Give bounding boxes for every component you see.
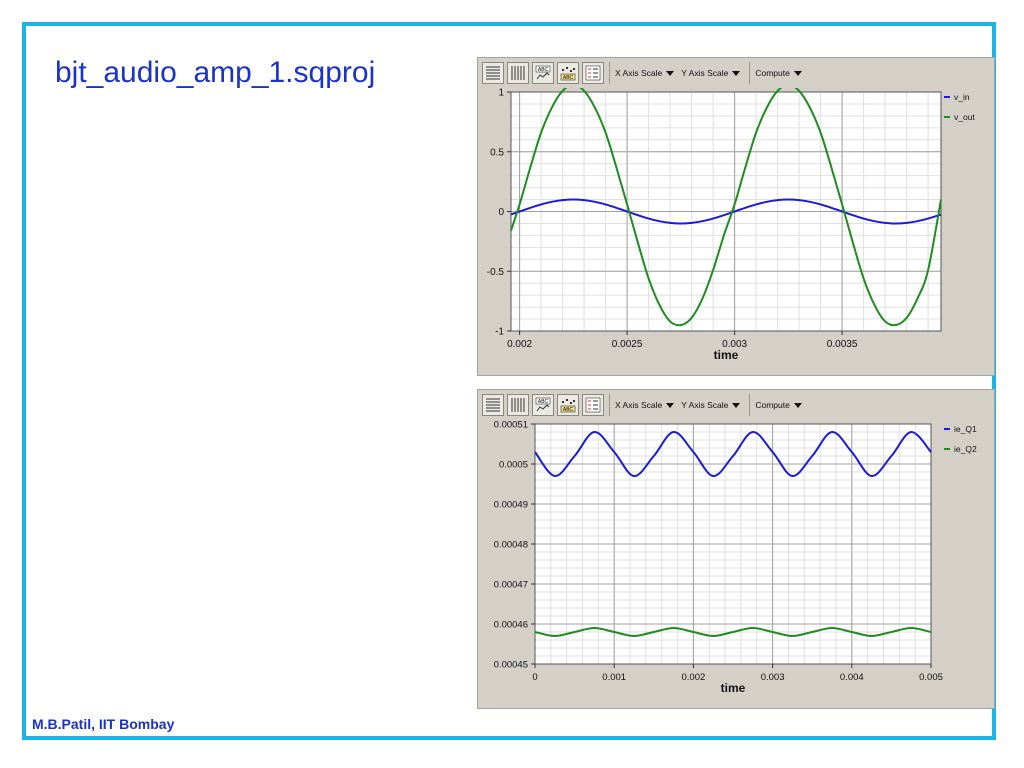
x-tick-label: 0.0025 [612, 339, 643, 350]
x-tick-label: 0.005 [919, 672, 943, 683]
svg-text:ABC: ABC [538, 399, 549, 405]
vertical-grid-icon[interactable] [507, 394, 529, 416]
footer-credit: M.B.Patil, IIT Bombay [32, 716, 175, 732]
x-axis-scale-label: X Axis Scale [615, 68, 663, 78]
y-axis-scale-label: Y Axis Scale [681, 68, 729, 78]
toolbar-separator [749, 394, 751, 416]
triangle-down-icon [666, 402, 675, 408]
x-tick-label: 0.002 [507, 339, 532, 350]
y-tick-label: 1 [498, 88, 504, 99]
y-tick-label: 0.00048 [494, 540, 528, 551]
y-tick-label: 0.0005 [499, 460, 528, 471]
legend-label: v_out [954, 112, 975, 122]
toolbar-separator [609, 62, 610, 84]
x-axis-scale-label: X Axis Scale [615, 400, 663, 410]
x-axis-label: time [721, 681, 746, 695]
slide-title: bjt_audio_amp_1.sqproj [55, 56, 376, 89]
y-tick-label: 0.00045 [494, 660, 528, 671]
x-tick-label: 0.002 [682, 672, 706, 683]
legend-label: ie_Q2 [954, 444, 977, 454]
x-axis-scale-menu[interactable]: X Axis Scale [615, 400, 675, 410]
y-tick-label: 0.00047 [494, 580, 528, 591]
y-tick-label: 0.00051 [494, 420, 528, 431]
triangle-down-icon [666, 70, 675, 76]
compute-menu[interactable]: Compute [755, 400, 802, 410]
y-tick-label: 0.5 [490, 147, 504, 158]
compute-menu[interactable]: Compute [755, 68, 802, 78]
markers-icon[interactable]: ABC [557, 62, 579, 84]
x-tick-label: 0.0035 [827, 339, 858, 350]
compute-label: Compute [755, 400, 790, 410]
triangle-down-icon [793, 70, 802, 76]
y-tick-label: 0.00046 [494, 620, 528, 631]
x-tick-label: 0.003 [761, 672, 785, 683]
x-tick-label: 0.001 [602, 672, 626, 683]
plot-toolbar: ABC ABC X Axis Scale Y Axis Scale Comput… [478, 390, 994, 420]
y-tick-label: 0.00049 [494, 500, 528, 511]
toolbar-separator [609, 394, 610, 416]
horizontal-grid-icon[interactable] [482, 394, 504, 416]
plot-toolbar: ABC ABC X Axis Scale Y Axis Scale Comput… [478, 58, 994, 88]
y-tick-label: -0.5 [487, 267, 505, 278]
legend-label: v_in [954, 92, 970, 102]
y-axis-scale-label: Y Axis Scale [681, 400, 729, 410]
plot-window-voltage: ABC ABC X Axis Scale Y Axis Scale Comput… [477, 57, 995, 376]
legend-icon[interactable] [582, 394, 604, 416]
x-axis-label: time [714, 348, 739, 362]
x-tick-label: 0 [532, 672, 537, 683]
compute-label: Compute [755, 68, 790, 78]
plot-window-current: ABC ABC X Axis Scale Y Axis Scale Comput… [477, 389, 995, 709]
triangle-down-icon [732, 70, 741, 76]
current-plot[interactable]: 0.00051 0.0005 0.00049 0.00048 0.00047 0.0004… [478, 420, 994, 708]
legend-label: ie_Q1 [954, 424, 977, 434]
y-axis-scale-menu[interactable]: Y Axis Scale [681, 400, 741, 410]
label-abc-icon[interactable]: ABC [532, 62, 554, 84]
label-abc-icon[interactable]: ABC [532, 394, 554, 416]
toolbar-separator [749, 62, 751, 84]
x-axis-scale-menu[interactable]: X Axis Scale [615, 68, 675, 78]
markers-icon[interactable]: ABC [557, 394, 579, 416]
voltage-plot[interactable]: 10.50-0.5-10.002 0.0025 0.003 0.0035timev_i… [478, 88, 994, 375]
triangle-down-icon [793, 402, 802, 408]
x-tick-label: 0.004 [840, 672, 864, 683]
y-tick-label: -1 [495, 327, 504, 338]
legend-icon[interactable] [582, 62, 604, 84]
horizontal-grid-icon[interactable] [482, 62, 504, 84]
svg-text:ABC: ABC [563, 75, 574, 81]
y-tick-label: 0 [498, 207, 504, 218]
vertical-grid-icon[interactable] [507, 62, 529, 84]
svg-text:ABC: ABC [563, 407, 574, 413]
svg-text:ABC: ABC [538, 67, 549, 73]
y-axis-scale-menu[interactable]: Y Axis Scale [681, 68, 741, 78]
triangle-down-icon [732, 402, 741, 408]
